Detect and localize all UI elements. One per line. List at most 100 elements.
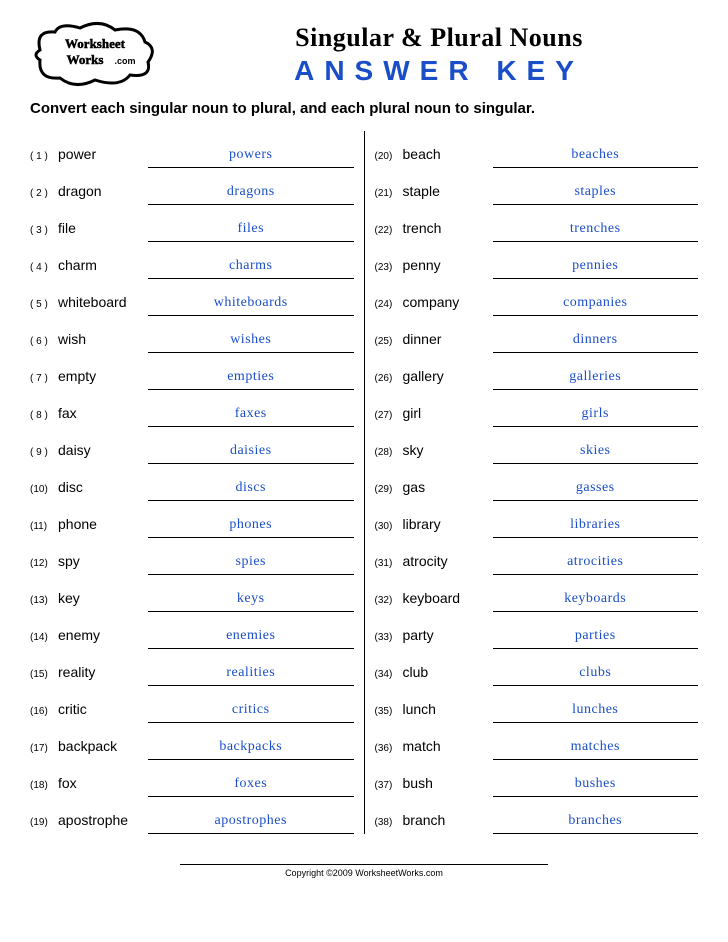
worksheet-row: (32)keyboardkeyboards bbox=[375, 575, 699, 612]
worksheet-row: (31)atrocityatrocities bbox=[375, 538, 699, 575]
row-number: (27) bbox=[375, 410, 403, 427]
row-number: ( 5 ) bbox=[30, 299, 58, 316]
answer-field: branches bbox=[493, 813, 699, 834]
prompt-word: disc bbox=[58, 479, 148, 501]
worksheet-row: (27)girlgirls bbox=[375, 390, 699, 427]
worksheet-row: ( 3 )filefiles bbox=[30, 205, 354, 242]
worksheet-row: (18)foxfoxes bbox=[30, 760, 354, 797]
worksheet-row: (14)enemyenemies bbox=[30, 612, 354, 649]
worksheet-row: (16)criticcritics bbox=[30, 686, 354, 723]
answer-field: whiteboards bbox=[148, 295, 354, 316]
instructions: Convert each singular noun to plural, an… bbox=[30, 100, 698, 117]
row-number: (19) bbox=[30, 817, 58, 834]
row-number: (14) bbox=[30, 632, 58, 649]
worksheet-row: (20)beachbeaches bbox=[375, 131, 699, 168]
answer-field: enemies bbox=[148, 628, 354, 649]
prompt-word: critic bbox=[58, 701, 148, 723]
prompt-word: wish bbox=[58, 331, 148, 353]
row-number: ( 7 ) bbox=[30, 373, 58, 390]
row-number: (21) bbox=[375, 188, 403, 205]
row-number: (18) bbox=[30, 780, 58, 797]
answer-field: dinners bbox=[493, 332, 699, 353]
row-number: (30) bbox=[375, 521, 403, 538]
prompt-word: lunch bbox=[403, 701, 493, 723]
prompt-word: phone bbox=[58, 516, 148, 538]
row-number: (37) bbox=[375, 780, 403, 797]
answer-field: gasses bbox=[493, 480, 699, 501]
prompt-word: gas bbox=[403, 479, 493, 501]
worksheet-row: (26)gallerygalleries bbox=[375, 353, 699, 390]
worksheet-row: (37)bushbushes bbox=[375, 760, 699, 797]
prompt-word: penny bbox=[403, 257, 493, 279]
row-number: ( 6 ) bbox=[30, 336, 58, 353]
answer-field: spies bbox=[148, 554, 354, 575]
answer-field: libraries bbox=[493, 517, 699, 538]
worksheet-row: ( 6 )wishwishes bbox=[30, 316, 354, 353]
worksheet-row: (11)phonephones bbox=[30, 501, 354, 538]
answer-field: keys bbox=[148, 591, 354, 612]
row-number: (10) bbox=[30, 484, 58, 501]
answer-field: backpacks bbox=[148, 739, 354, 760]
prompt-word: branch bbox=[403, 812, 493, 834]
answer-field: files bbox=[148, 221, 354, 242]
answer-field: phones bbox=[148, 517, 354, 538]
row-number: ( 8 ) bbox=[30, 410, 58, 427]
prompt-word: fax bbox=[58, 405, 148, 427]
worksheet-row: (30)librarylibraries bbox=[375, 501, 699, 538]
answer-field: pennies bbox=[493, 258, 699, 279]
worksheet-row: (19)apostropheapostrophes bbox=[30, 797, 354, 834]
prompt-word: sky bbox=[403, 442, 493, 464]
row-number: (26) bbox=[375, 373, 403, 390]
svg-text:Works: Works bbox=[67, 52, 104, 67]
prompt-word: charm bbox=[58, 257, 148, 279]
row-number: (25) bbox=[375, 336, 403, 353]
worksheet-columns: ( 1 )powerpowers( 2 )dragondragons( 3 )f… bbox=[30, 131, 698, 834]
right-column: (20)beachbeaches(21)staplestaples(22)tre… bbox=[365, 131, 699, 834]
worksheet-row: (36)matchmatches bbox=[375, 723, 699, 760]
answer-field: dragons bbox=[148, 184, 354, 205]
logo: Worksheet Works .com bbox=[30, 20, 160, 90]
answer-field: clubs bbox=[493, 665, 699, 686]
row-number: (36) bbox=[375, 743, 403, 760]
answer-field: realities bbox=[148, 665, 354, 686]
row-number: ( 2 ) bbox=[30, 188, 58, 205]
worksheet-row: (23)pennypennies bbox=[375, 242, 699, 279]
answer-field: daisies bbox=[148, 443, 354, 464]
worksheet-row: (21)staplestaples bbox=[375, 168, 699, 205]
prompt-word: party bbox=[403, 627, 493, 649]
prompt-word: fox bbox=[58, 775, 148, 797]
prompt-word: keyboard bbox=[403, 590, 493, 612]
row-number: (15) bbox=[30, 669, 58, 686]
row-number: (38) bbox=[375, 817, 403, 834]
worksheet-row: ( 9 )daisydaisies bbox=[30, 427, 354, 464]
prompt-word: library bbox=[403, 516, 493, 538]
answer-field: foxes bbox=[148, 776, 354, 797]
prompt-word: trench bbox=[403, 220, 493, 242]
svg-text:.com: .com bbox=[114, 56, 135, 66]
worksheet-row: (33)partyparties bbox=[375, 612, 699, 649]
worksheet-row: ( 8 )faxfaxes bbox=[30, 390, 354, 427]
answer-field: apostrophes bbox=[148, 813, 354, 834]
answer-field: parties bbox=[493, 628, 699, 649]
answer-field: girls bbox=[493, 406, 699, 427]
answer-field: galleries bbox=[493, 369, 699, 390]
worksheet-row: ( 2 )dragondragons bbox=[30, 168, 354, 205]
worksheet-row: (13)keykeys bbox=[30, 575, 354, 612]
prompt-word: backpack bbox=[58, 738, 148, 760]
row-number: (34) bbox=[375, 669, 403, 686]
prompt-word: dragon bbox=[58, 183, 148, 205]
answer-field: critics bbox=[148, 702, 354, 723]
worksheet-row: ( 5 )whiteboardwhiteboards bbox=[30, 279, 354, 316]
row-number: (24) bbox=[375, 299, 403, 316]
prompt-word: whiteboard bbox=[58, 294, 148, 316]
worksheet-row: (38)branchbranches bbox=[375, 797, 699, 834]
worksheet-row: (12)spyspies bbox=[30, 538, 354, 575]
worksheet-row: ( 1 )powerpowers bbox=[30, 131, 354, 168]
row-number: (17) bbox=[30, 743, 58, 760]
row-number: ( 9 ) bbox=[30, 447, 58, 464]
title-block: Singular & Plural Nouns ANSWER KEY bbox=[180, 23, 698, 87]
worksheet-row: (24)companycompanies bbox=[375, 279, 699, 316]
answer-field: matches bbox=[493, 739, 699, 760]
prompt-word: empty bbox=[58, 368, 148, 390]
prompt-word: atrocity bbox=[403, 553, 493, 575]
